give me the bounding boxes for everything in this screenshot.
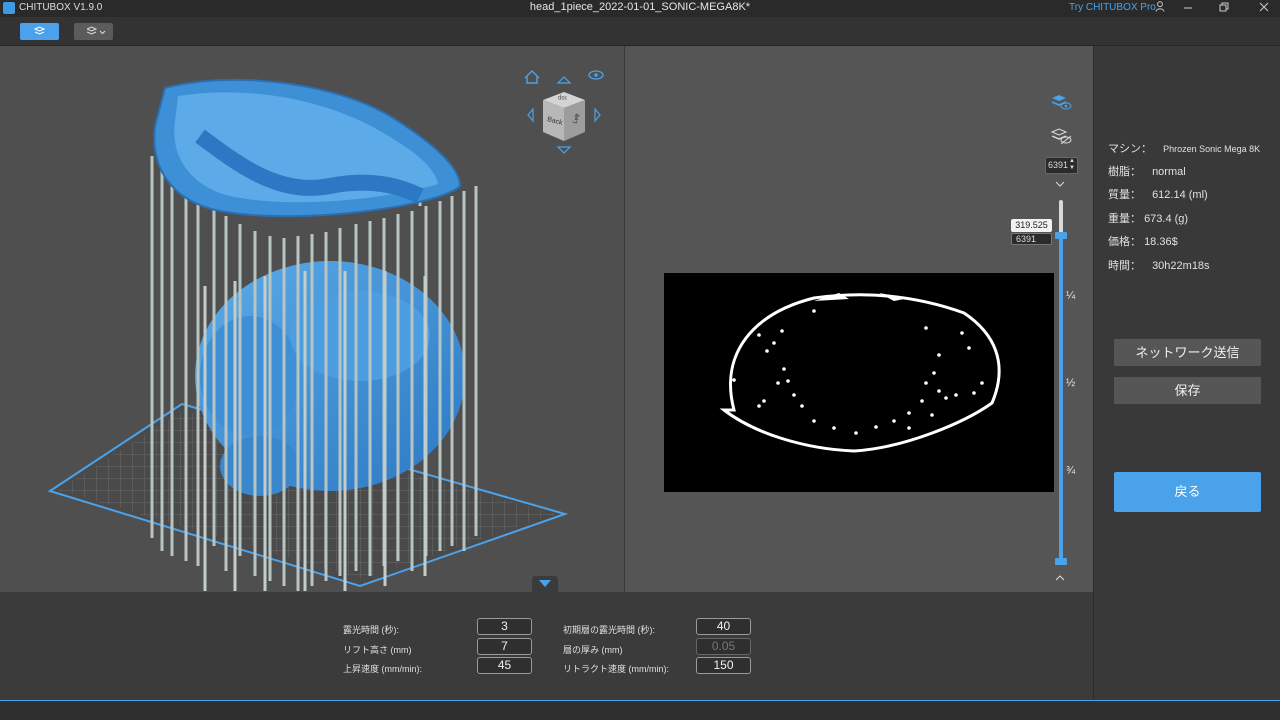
current-layer-stepper[interactable]: 6391 (1011, 233, 1052, 245)
bottom-exposure-label: 初期層の露光時間 (秒): (563, 625, 655, 635)
layers-icon (33, 26, 46, 35)
layer-thickness-field: 0.05 (696, 638, 751, 655)
3d-viewport[interactable]: Top Back Left (0, 46, 624, 592)
time-label: 時間： (1108, 260, 1141, 272)
current-layer-value: 6391 (1016, 234, 1037, 244)
save-button[interactable]: 保存 (1114, 377, 1261, 404)
layer-slider-fill (1059, 236, 1063, 562)
lift-height-field[interactable]: 7 (477, 638, 532, 655)
price-label: 価格： (1108, 236, 1141, 248)
slider-quarter-mark: ¼ (1066, 290, 1076, 302)
resin-row: 樹脂： normal (1108, 163, 1186, 179)
layer-slider-top-handle[interactable] (1055, 232, 1067, 239)
weight-label: 重量： (1108, 213, 1141, 225)
top-layer-stepper[interactable]: 6391 ▲ ▼ (1045, 157, 1078, 174)
triangle-down-icon (539, 580, 551, 587)
current-height-label: 319.525 (1011, 219, 1052, 232)
layers-dropdown-icon (87, 26, 106, 35)
slider-half-mark: ½ (1066, 377, 1076, 389)
mass-row: 質量： 612.14 (ml) (1108, 186, 1208, 202)
stepper-arrows-icon[interactable]: ▲ ▼ (1069, 158, 1075, 172)
app-logo-icon (3, 2, 15, 14)
layers-dropdown-button[interactable] (74, 23, 113, 40)
eye-icon[interactable] (588, 70, 604, 80)
bottom-exposure-field[interactable]: 40 (696, 618, 751, 635)
machine-label: マシン： (1108, 143, 1152, 155)
tray-part (153, 78, 462, 218)
machine-row: マシン： Phrozen Sonic Mega 8K (1108, 140, 1260, 156)
lift-height-label: リフト高さ (mm) (343, 645, 412, 655)
chevron-up-icon[interactable] (1054, 574, 1066, 584)
machine-value: Phrozen Sonic Mega 8K (1163, 144, 1261, 154)
print-info-panel: マシン： Phrozen Sonic Mega 8K 樹脂： normal 質量… (1093, 46, 1280, 700)
view-cube[interactable]: Top Back Left (522, 66, 612, 166)
resin-value: normal (1152, 166, 1186, 178)
network-send-button[interactable]: ネットワーク送信 (1114, 339, 1261, 366)
price-row: 価格： 18.36$ (1108, 233, 1178, 249)
mass-value: 612.14 (ml) (1152, 189, 1208, 201)
mass-label: 質量： (1108, 189, 1141, 201)
layer-slider-bottom-handle[interactable] (1055, 558, 1067, 565)
retract-speed-field[interactable]: 150 (696, 657, 751, 674)
title-bar: CHITUBOX V1.9.0 head_1piece_2022-01-01_S… (0, 0, 1280, 17)
status-bar (0, 700, 1280, 720)
close-icon[interactable] (1252, 0, 1276, 17)
retract-speed-label: リトラクト速度 (mm/min): (563, 664, 669, 674)
lift-speed-label: 上昇速度 (mm/min): (343, 664, 422, 674)
chevron-down-icon[interactable] (1054, 180, 1066, 190)
lift-speed-field[interactable]: 45 (477, 657, 532, 674)
print-params-panel: 露光時間 (秒): 3 初期層の露光時間 (秒): 40 リフト高さ (mm) … (0, 592, 1093, 700)
home-icon[interactable] (524, 70, 540, 84)
cube-face-top: Top (558, 94, 568, 100)
slice-preview-button[interactable] (20, 23, 59, 40)
top-layer-value: 6391 (1048, 160, 1069, 170)
layer-slice-image (664, 273, 1054, 492)
chitubox-window: CHITUBOX V1.9.0 head_1piece_2022-01-01_S… (0, 0, 1280, 720)
hide-layers-icon[interactable] (1050, 126, 1072, 146)
layer-thickness-label: 層の厚み (mm) (563, 645, 623, 655)
user-icon[interactable] (1148, 0, 1172, 17)
weight-value: 673.4 (g) (1144, 213, 1189, 225)
app-version: CHITUBOX V1.9.0 (19, 2, 103, 13)
resin-label: 樹脂： (1108, 166, 1141, 178)
slider-three-quarter-mark: ¾ (1066, 465, 1076, 477)
try-pro-link[interactable]: Try CHITUBOX Pro (1069, 2, 1156, 13)
weight-row: 重量： 673.4 (g) (1108, 210, 1188, 226)
minimize-icon[interactable] (1176, 0, 1200, 17)
collapse-params-button[interactable] (532, 576, 558, 592)
restore-icon[interactable] (1212, 0, 1236, 17)
show-layers-icon[interactable] (1050, 92, 1072, 112)
time-row: 時間： 30h22m18s (1108, 257, 1210, 273)
slice-preview-pane (625, 46, 1093, 592)
price-value: 18.36$ (1144, 236, 1178, 248)
time-value: 30h22m18s (1152, 260, 1210, 272)
exposure-time-label: 露光時間 (秒): (343, 625, 399, 635)
toolbar (0, 17, 1280, 46)
back-button[interactable]: 戻る (1114, 472, 1261, 512)
exposure-time-field[interactable]: 3 (477, 618, 532, 635)
